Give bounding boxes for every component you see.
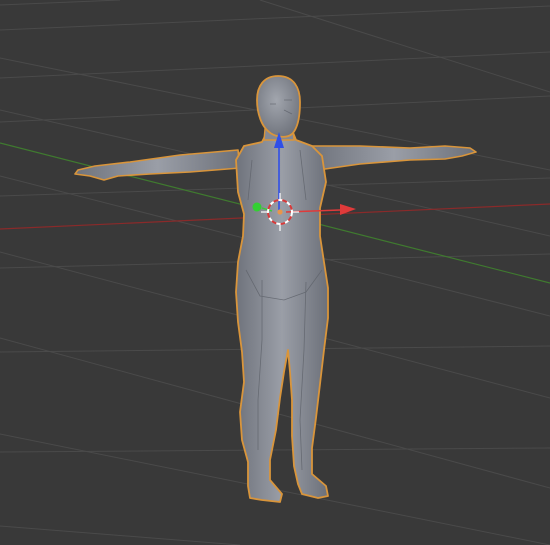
3d-viewport[interactable]: [0, 0, 550, 545]
left-arm: [74, 149, 241, 181]
y-handle-icon[interactable]: [252, 202, 262, 212]
human-figure-mesh[interactable]: [74, 75, 477, 503]
right-arm: [311, 145, 477, 171]
head: [256, 75, 301, 138]
